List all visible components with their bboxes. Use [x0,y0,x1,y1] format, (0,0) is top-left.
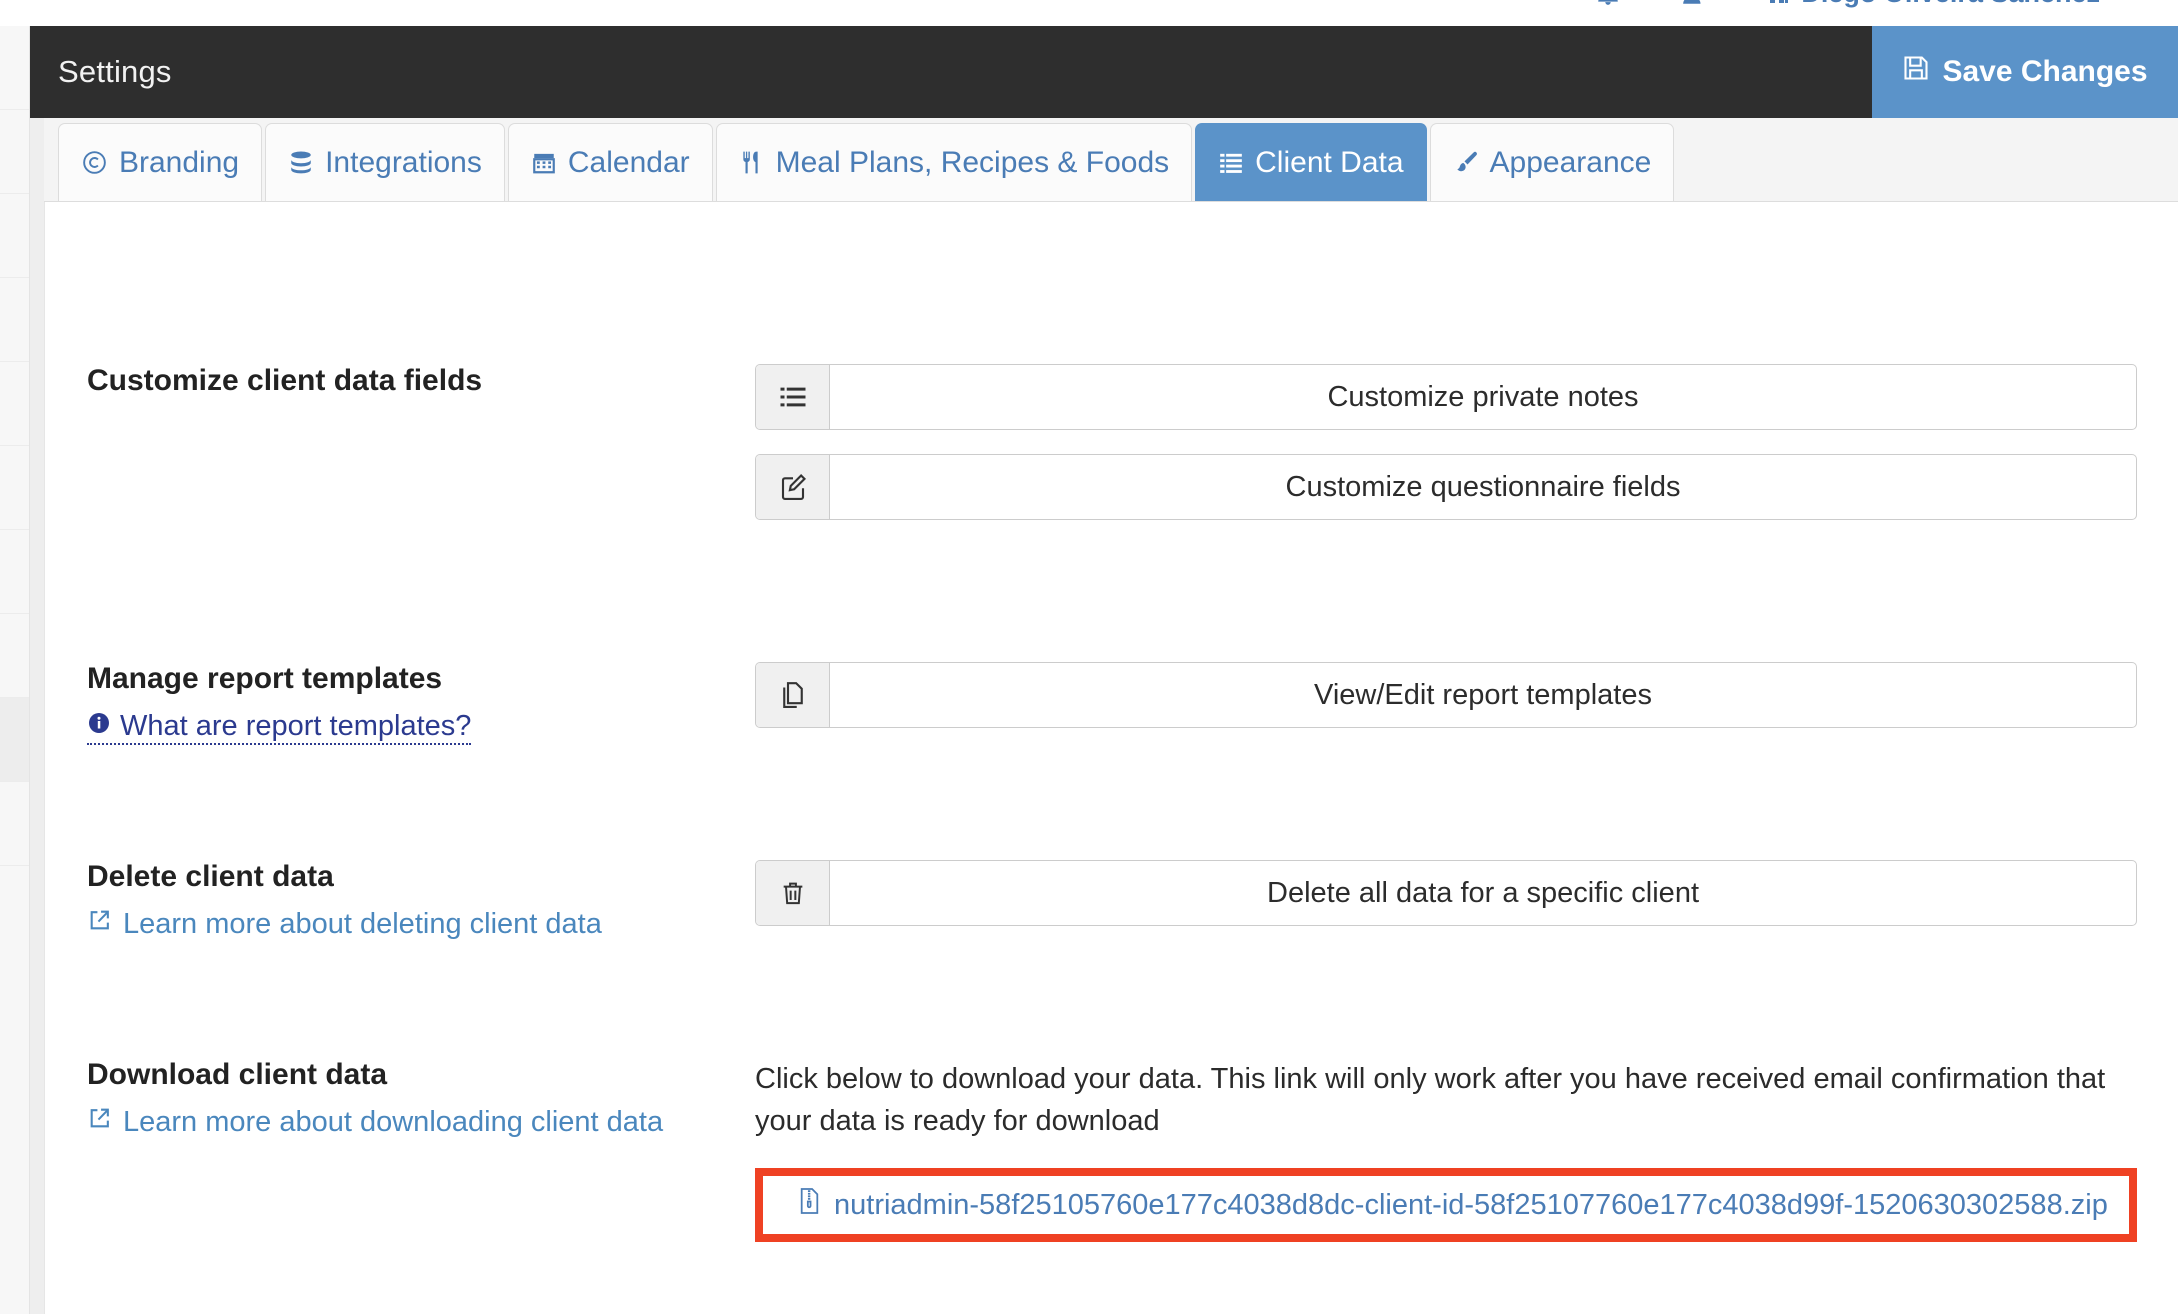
external-link-icon [87,1106,112,1139]
tab-client-data-label: Client Data [1255,145,1404,179]
calendar-icon [531,149,557,176]
settings-page: Diego Oliveira Sanchez Settings Save Cha… [0,0,2178,1314]
what-are-report-templates-link[interactable]: What are report templates? [87,709,472,745]
list-icon [1218,149,1244,176]
external-link-icon [87,908,112,941]
app-header: Diego Oliveira Sanchez [0,0,2178,26]
floppy-save-icon [1902,54,1930,90]
customize-questionnaire-fields-label: Customize questionnaire fields [1285,470,1681,503]
tab-branding-label: Branding [119,145,240,179]
learn-more-deleting-label: Learn more about deleting client data [123,907,602,940]
tab-integrations-label: Integrations [325,145,482,179]
learn-more-downloading-label: Learn more about downloading client data [123,1105,664,1138]
save-changes-label: Save Changes [1942,55,2148,88]
page-title: Settings [58,54,172,89]
user-menu[interactable]: Diego Oliveira Sanchez [1767,0,2100,9]
delete-all-data-label: Delete all data for a specific client [1267,876,1699,909]
save-changes-button[interactable]: Save Changes [1872,26,2178,118]
delete-all-data-button[interactable]: Delete all data for a specific client [755,860,2137,926]
list-ul-icon [756,365,830,429]
sidebar-item[interactable] [0,26,29,110]
tab-meal-plans[interactable]: Meal Plans, Recipes & Foods [715,123,1193,201]
sidebar-strip [0,26,30,1314]
section-title: Delete client data [87,860,334,893]
info-circle-icon [87,710,111,743]
view-edit-report-templates-label: View/Edit report templates [1314,678,1652,711]
database-icon [288,149,314,176]
section-download-client-data: Download client data Learn more about do… [45,1058,2178,1243]
learn-more-deleting-link[interactable]: Learn more about deleting client data [87,908,602,941]
settings-tabbar: Branding Integrations Calendar Meal Plan… [44,118,2178,202]
client-data-panel: Customize client data fields Customize p… [44,202,2178,1314]
tab-appearance[interactable]: Appearance [1429,123,1675,201]
tab-integrations[interactable]: Integrations [265,123,505,201]
cutlery-icon [739,149,765,176]
file-archive-icon [797,1187,822,1223]
learn-more-downloading-link[interactable]: Learn more about downloading client data [87,1106,663,1139]
section-customize-fields: Customize client data fields Customize p… [45,364,2178,520]
section-title: Customize client data fields [87,364,483,397]
sidebar-item[interactable] [0,446,29,530]
sidebar-item[interactable] [0,782,29,866]
what-are-report-templates-label: What are report templates? [120,709,472,742]
tab-meal-plans-label: Meal Plans, Recipes & Foods [775,145,1170,179]
customize-questionnaire-fields-button[interactable]: Customize questionnaire fields [755,454,2137,520]
tab-appearance-label: Appearance [1489,145,1652,179]
sidebar-item[interactable] [0,614,29,698]
edit-pencil-icon [756,455,830,519]
view-edit-report-templates-button[interactable]: View/Edit report templates [755,662,2137,728]
page-header: Settings Save Changes [30,26,2178,118]
customize-private-notes-button[interactable]: Customize private notes [755,364,2137,430]
tab-client-data[interactable]: Client Data [1195,123,1427,201]
download-zip-filename: nutriadmin-58f25105760e177c4038d8dc-clie… [834,1188,2108,1221]
section-delete-client-data: Delete client data Learn more about dele… [45,860,2178,941]
paintbrush-icon [1453,149,1479,176]
user-add-icon[interactable] [1681,0,1707,7]
tab-branding[interactable]: Branding [58,123,263,201]
section-title: Download client data [87,1058,388,1091]
sidebar-item[interactable] [0,362,29,446]
customize-private-notes-label: Customize private notes [1327,380,1639,413]
sidebar-item[interactable] [0,278,29,362]
tab-calendar-label: Calendar [567,145,690,179]
copyright-icon [81,149,108,176]
tab-calendar[interactable]: Calendar [507,123,713,201]
bell-icon[interactable] [1595,0,1621,7]
sidebar-item[interactable] [0,530,29,614]
copy-files-icon [756,663,830,727]
download-zip-link[interactable]: nutriadmin-58f25105760e177c4038d8dc-clie… [797,1187,2108,1223]
sidebar-item[interactable] [0,194,29,278]
section-title: Manage report templates [87,662,443,695]
section-report-templates: Manage report templates What are report … [45,662,2178,745]
download-highlight-box: nutriadmin-58f25105760e177c4038d8dc-clie… [755,1168,2137,1243]
building-icon [1767,0,1791,6]
user-name-label: Diego Oliveira Sanchez [1801,0,2100,9]
sidebar-gutter [30,26,44,1314]
sidebar-item[interactable] [0,110,29,194]
sidebar-item-active[interactable] [0,698,29,782]
trash-icon [756,861,830,925]
download-description: Click below to download your data. This … [755,1063,2106,1138]
